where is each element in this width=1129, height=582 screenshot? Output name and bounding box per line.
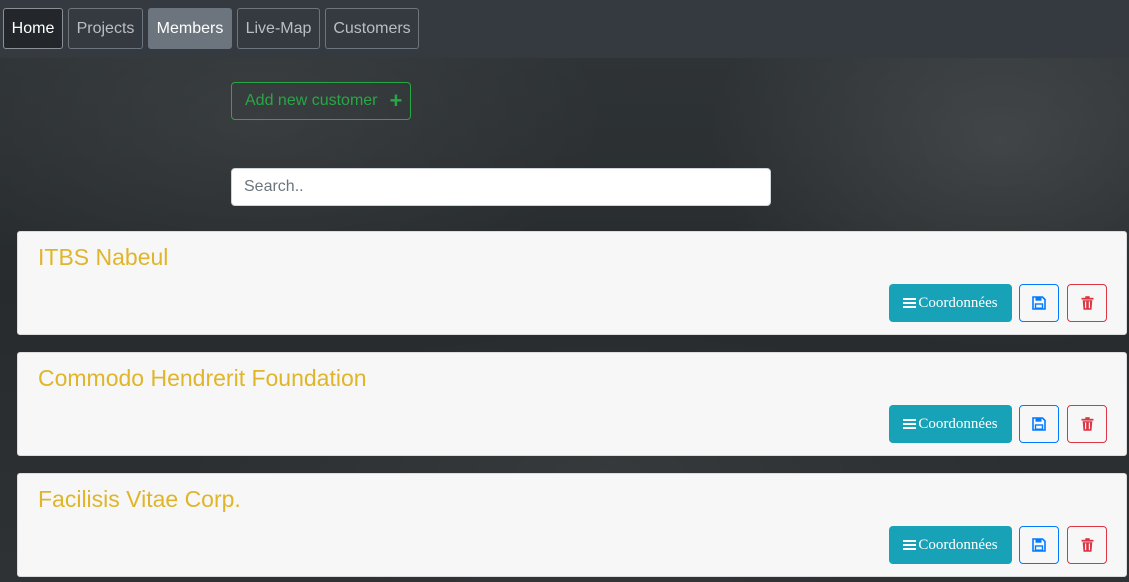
save-button[interactable] — [1019, 284, 1059, 322]
nav-projects-button[interactable]: Projects — [68, 8, 143, 49]
floppy-disk-icon — [1032, 417, 1046, 431]
nav-live-map-button[interactable]: Live-Map — [237, 8, 320, 49]
navbar: Home Projects Members Live-Map Customers — [0, 0, 1129, 58]
add-customer-label: Add new customer — [245, 92, 378, 109]
delete-button[interactable] — [1067, 284, 1107, 322]
search-input[interactable] — [231, 168, 771, 206]
customer-card: ITBS Nabeul Coordonnées — [17, 231, 1127, 335]
save-button[interactable] — [1019, 526, 1059, 564]
add-customer-button[interactable]: Add new customer + — [231, 82, 411, 120]
coordinates-button[interactable]: Coordonnées — [889, 284, 1012, 322]
customer-name: ITBS Nabeul — [38, 244, 169, 270]
save-button[interactable] — [1019, 405, 1059, 443]
menu-icon — [903, 418, 917, 430]
nav-home-button[interactable]: Home — [3, 8, 63, 49]
trash-icon — [1081, 296, 1093, 310]
coordinates-label: Coordonnées — [918, 294, 998, 311]
menu-icon — [903, 297, 917, 309]
delete-button[interactable] — [1067, 526, 1107, 564]
customer-name: Commodo Hendrerit Foundation — [38, 365, 367, 391]
coordinates-button[interactable]: Coordonnées — [889, 405, 1012, 443]
customer-card: Commodo Hendrerit Foundation Coordonnées — [17, 352, 1127, 456]
delete-button[interactable] — [1067, 405, 1107, 443]
floppy-disk-icon — [1032, 296, 1046, 310]
nav-customers-button[interactable]: Customers — [325, 8, 419, 49]
menu-icon — [903, 539, 917, 551]
plus-icon: + — [389, 88, 403, 113]
coordinates-button[interactable]: Coordonnées — [889, 526, 1012, 564]
floppy-disk-icon — [1032, 538, 1046, 552]
coordinates-label: Coordonnées — [918, 536, 998, 553]
trash-icon — [1081, 417, 1093, 431]
customer-name: Facilisis Vitae Corp. — [38, 486, 241, 512]
customer-card: Facilisis Vitae Corp. Coordonnées — [17, 473, 1127, 577]
nav-members-button[interactable]: Members — [148, 8, 232, 49]
coordinates-label: Coordonnées — [918, 415, 998, 432]
trash-icon — [1081, 538, 1093, 552]
